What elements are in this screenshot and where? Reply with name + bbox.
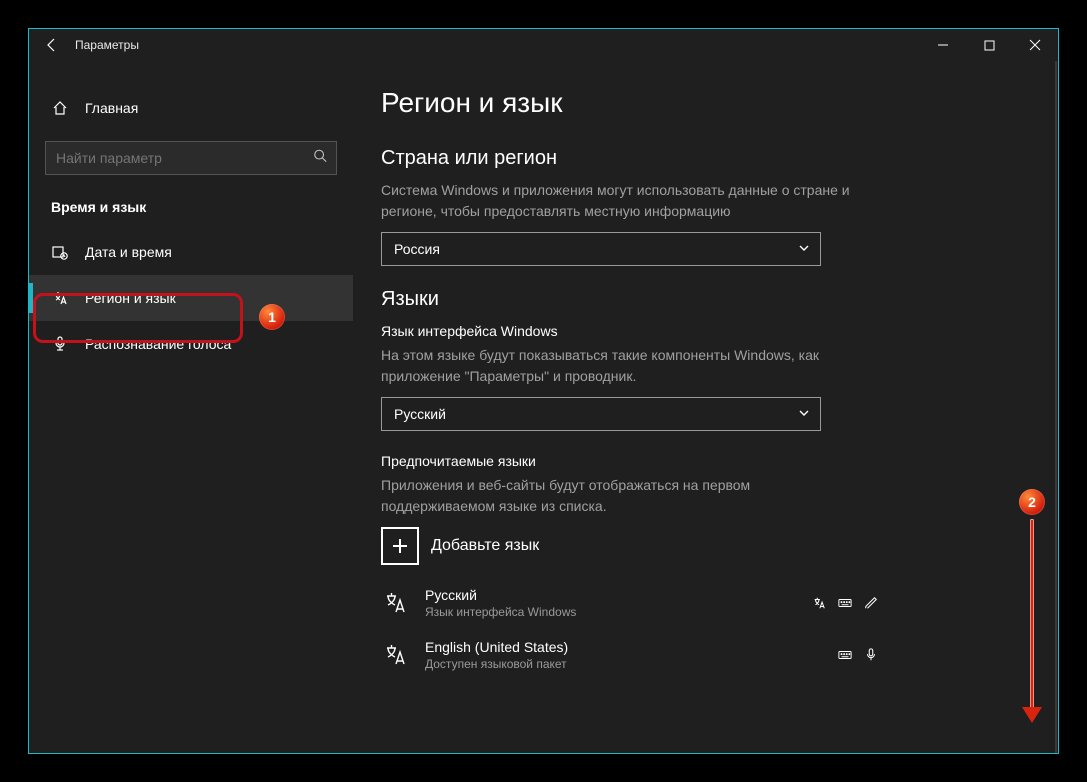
window-title: Параметры xyxy=(75,38,139,52)
minimize-button[interactable] xyxy=(920,29,966,61)
sidebar-home-label: Главная xyxy=(85,100,138,116)
search-input[interactable] xyxy=(45,141,337,175)
titlebar: Параметры xyxy=(29,29,1058,61)
sidebar: Главная Время и язык xyxy=(29,61,353,753)
handwriting-icon xyxy=(863,595,879,611)
display-language-description: На этом языке будут показываться такие к… xyxy=(381,345,861,387)
page-title: Регион и язык xyxy=(381,87,1030,119)
language-row[interactable]: Русский Язык интерфейса Windows xyxy=(381,577,881,629)
sidebar-home[interactable]: Главная xyxy=(29,85,353,131)
chevron-down-icon xyxy=(798,406,810,422)
chevron-down-icon xyxy=(798,241,810,257)
sidebar-item-label: Распознавание голоса xyxy=(85,336,231,352)
language-glyph-icon xyxy=(381,588,411,618)
display-language-dropdown[interactable]: Русский xyxy=(381,397,821,431)
display-language-value: Русский xyxy=(394,406,446,422)
language-name: English (United States) xyxy=(425,639,568,655)
plus-icon xyxy=(381,527,419,565)
window-controls xyxy=(920,29,1058,61)
sidebar-item-date-time[interactable]: Дата и время xyxy=(29,229,353,275)
region-description: Система Windows и приложения могут испол… xyxy=(381,180,861,222)
keyboard-icon xyxy=(837,595,853,611)
language-glyph-icon xyxy=(381,640,411,670)
language-name: Русский xyxy=(425,587,576,603)
sidebar-section-label: Время и язык xyxy=(29,193,353,229)
preferred-languages-description: Приложения и веб-сайты будут отображатьс… xyxy=(381,475,861,517)
display-language-icon xyxy=(811,595,827,611)
search-icon xyxy=(313,149,327,168)
content-pane: Регион и язык Страна или регион Система … xyxy=(353,61,1058,753)
maximize-button[interactable] xyxy=(966,29,1012,61)
region-dropdown[interactable]: Россия xyxy=(381,232,821,266)
preferred-languages-subhead: Предпочитаемые языки xyxy=(381,453,1030,469)
language-feature-icons xyxy=(837,647,879,663)
language-subtext: Язык интерфейса Windows xyxy=(425,605,576,619)
clock-calendar-icon xyxy=(51,243,69,261)
add-language-button[interactable]: Добавьте язык xyxy=(381,527,1030,565)
sidebar-item-speech[interactable]: Распознавание голоса xyxy=(29,321,353,367)
settings-window: Параметры xyxy=(28,28,1059,754)
keyboard-icon xyxy=(837,647,853,663)
region-dropdown-value: Россия xyxy=(394,241,440,257)
language-feature-icons xyxy=(811,595,879,611)
add-language-label: Добавьте язык xyxy=(431,537,539,555)
language-subtext: Доступен языковой пакет xyxy=(425,657,568,671)
close-button[interactable] xyxy=(1012,29,1058,61)
sidebar-item-region-language[interactable]: Регион и язык xyxy=(29,275,353,321)
sidebar-item-label: Дата и время xyxy=(85,244,172,260)
microphone-icon xyxy=(51,335,69,353)
display-language-subhead: Язык интерфейса Windows xyxy=(381,323,1030,339)
home-icon xyxy=(51,99,69,117)
languages-heading: Языки xyxy=(381,288,1030,311)
sidebar-item-label: Регион и язык xyxy=(85,290,176,306)
search-box xyxy=(45,141,337,175)
scrollbar[interactable] xyxy=(1055,61,1057,753)
language-row[interactable]: English (United States) Доступен языково… xyxy=(381,629,881,671)
back-button[interactable] xyxy=(29,29,75,61)
language-icon xyxy=(51,289,69,307)
microphone-icon xyxy=(863,647,879,663)
region-heading: Страна или регион xyxy=(381,147,1030,170)
